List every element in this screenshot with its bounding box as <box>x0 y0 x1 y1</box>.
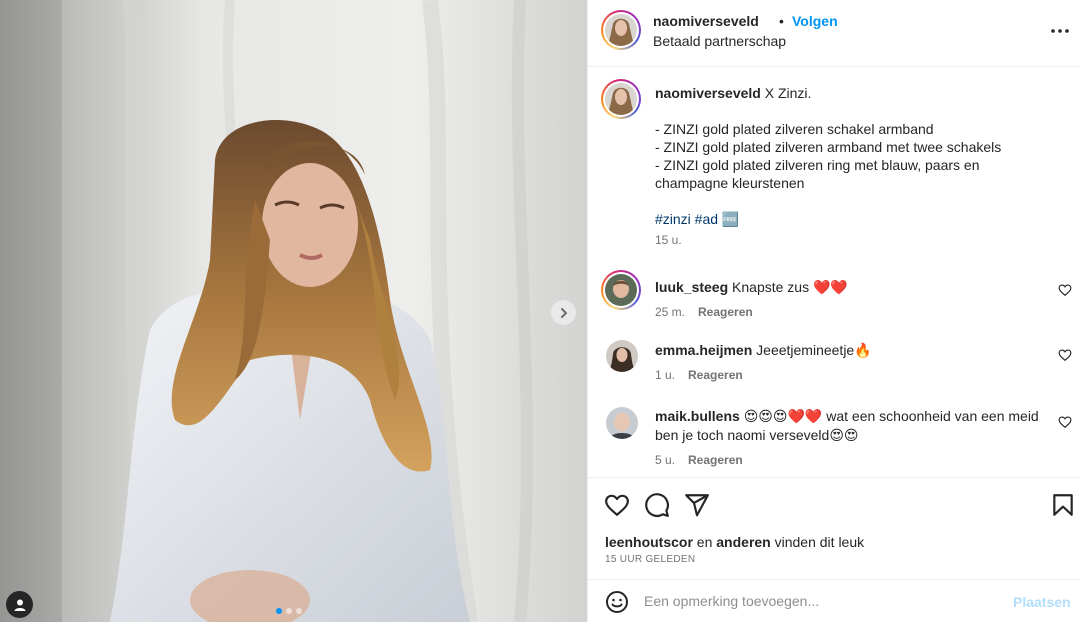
likes-summary: leenhoutscor en anderen vinden dit leuk <box>605 534 864 550</box>
comment-meta: 5 u. Reageren <box>655 453 743 467</box>
carousel-dot <box>286 608 292 614</box>
caption-username[interactable]: naomiverseveld <box>655 85 761 101</box>
separator-dot: • <box>779 13 784 29</box>
caption-time[interactable]: 15 u. <box>655 233 682 247</box>
post-media[interactable] <box>0 0 587 622</box>
comment-meta: 1 u. Reageren <box>655 368 743 382</box>
follow-button[interactable]: Volgen <box>792 13 838 29</box>
comment-avatar[interactable] <box>606 340 638 372</box>
comment-icon[interactable] <box>644 492 670 518</box>
tagged-users-button[interactable] <box>6 591 33 618</box>
caption-line: - ZINZI gold plated zilveren schakel arm… <box>655 121 934 137</box>
comment-text: emma.heijmen Jeeetjemineetje🔥 <box>655 341 1040 360</box>
more-options-button[interactable] <box>1049 20 1071 42</box>
bookmark-icon[interactable] <box>1050 492 1076 518</box>
post-comment-button[interactable]: Plaatsen <box>1013 594 1071 610</box>
comment-body: Knapste zus ❤️❤️ <box>732 279 848 295</box>
reply-button[interactable]: Reageren <box>698 305 753 319</box>
comment-like-heart-icon[interactable] <box>1058 348 1072 362</box>
likes-suffix: vinden dit leuk <box>774 534 865 550</box>
post-header: naomiverseveld • Volgen Betaald partners… <box>588 0 1081 67</box>
comment-time[interactable]: 1 u. <box>655 368 675 382</box>
likes-others[interactable]: anderen <box>716 534 770 550</box>
comment-username[interactable]: maik.bullens <box>655 408 740 424</box>
caption-hashtags[interactable]: #zinzi #ad 🆓 <box>655 210 1045 228</box>
emoji-icon[interactable] <box>605 590 629 614</box>
caption-avatar[interactable] <box>601 79 641 119</box>
heart-outline-icon[interactable] <box>604 492 630 518</box>
caption-avatar-image <box>605 83 637 115</box>
share-icon[interactable] <box>684 492 710 518</box>
caption-line: - ZINZI gold plated zilveren ring met bl… <box>655 157 980 191</box>
author-avatar[interactable] <box>601 10 641 50</box>
more-horizontal-icon <box>1051 29 1069 33</box>
comment-text: maik.bullens 😍😍😍❤️❤️ wat een schoonheid … <box>655 407 1040 445</box>
carousel-dot <box>296 608 302 614</box>
carousel-dot <box>276 608 282 614</box>
caption-product-list: - ZINZI gold plated zilveren schakel arm… <box>655 120 1045 192</box>
comment-avatar[interactable] <box>601 270 641 310</box>
likes-connector: en <box>696 534 713 550</box>
next-image-button[interactable] <box>551 300 576 325</box>
comment-username[interactable]: luuk_steeg <box>655 279 728 295</box>
comment-time[interactable]: 25 m. <box>655 305 685 319</box>
post-actions: leenhoutscor en anderen vinden dit leuk … <box>588 477 1081 622</box>
post-photo <box>0 0 587 622</box>
add-comment-bar: Plaatsen <box>588 579 1081 622</box>
instagram-post: naomiverseveld • Volgen Betaald partners… <box>0 0 1081 622</box>
comment-like-heart-icon[interactable] <box>1058 283 1072 297</box>
comment-time[interactable]: 5 u. <box>655 453 675 467</box>
author-avatar-image <box>605 14 637 46</box>
comment-username[interactable]: emma.heijmen <box>655 342 752 358</box>
comment-avatar-image <box>605 274 637 306</box>
comment-avatar[interactable] <box>606 407 638 439</box>
comment-input[interactable] <box>644 588 1004 614</box>
comment-avatar-image <box>606 340 638 372</box>
comment-avatar-image <box>606 407 638 439</box>
comment-text: luuk_steeg Knapste zus ❤️❤️ <box>655 278 1040 297</box>
author-username[interactable]: naomiverseveld <box>653 13 759 29</box>
chevron-right-icon <box>560 307 567 318</box>
carousel-indicator <box>276 608 302 614</box>
likes-user[interactable]: leenhoutscor <box>605 534 693 550</box>
comment-like-heart-icon[interactable] <box>1058 415 1072 429</box>
reply-button[interactable]: Reageren <box>688 368 743 382</box>
post-side-panel: naomiverseveld • Volgen Betaald partners… <box>587 0 1081 622</box>
caption-line: - ZINZI gold plated zilveren armband met… <box>655 139 1002 155</box>
comments-section[interactable]: naomiverseveld X Zinzi. - ZINZI gold pla… <box>588 67 1081 477</box>
comment-meta: 25 m. Reageren <box>655 305 753 319</box>
reply-button[interactable]: Reageren <box>688 453 743 467</box>
caption-title: X Zinzi. <box>764 85 812 101</box>
caption-text: naomiverseveld X Zinzi. - ZINZI gold pla… <box>655 84 1045 228</box>
paid-partnership-label[interactable]: Betaald partnerschap <box>653 33 786 49</box>
user-tag-icon <box>14 599 25 611</box>
comment-body: Jeeetjemineetje🔥 <box>756 342 872 358</box>
post-timestamp[interactable]: 15 UUR GELEDEN <box>605 554 695 565</box>
